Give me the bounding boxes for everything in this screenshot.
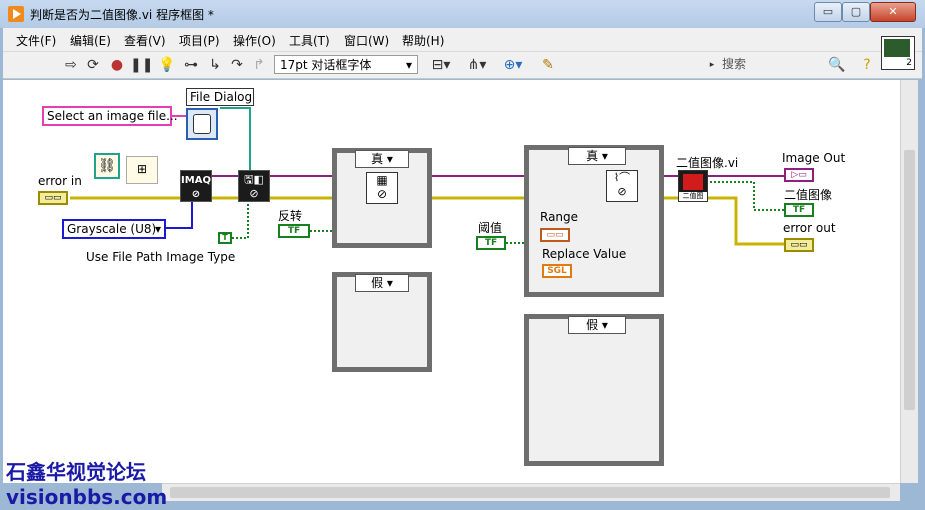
error-out-indicator[interactable]: ▭▭	[784, 238, 814, 252]
binary-image-indicator[interactable]: TF	[784, 203, 814, 217]
dialog-icon	[193, 114, 211, 134]
chevron-down-icon: ▾	[154, 222, 161, 236]
subvi-icon-caption: 二值图	[679, 192, 707, 201]
imaq-text: IMAQ	[181, 175, 211, 186]
threshold-bool-control[interactable]: TF	[476, 236, 506, 250]
error-in-terminal[interactable]: ▭▭	[38, 191, 68, 205]
case-structure-threshold-false[interactable]	[524, 314, 664, 466]
file-info-icon[interactable]: ⊞	[126, 156, 158, 184]
path-link-icon[interactable]: ⛓	[94, 153, 120, 179]
binary-image-label: 二值图像	[784, 188, 833, 202]
range-label: Range	[540, 210, 579, 224]
error-out-label: error out	[783, 221, 836, 235]
image-out-label: Image Out	[782, 151, 846, 165]
file-dialog-express-vi[interactable]	[186, 108, 218, 140]
use-file-path-label: Use File Path Image Type	[86, 250, 236, 264]
image-out-indicator[interactable]: ▷▭	[784, 168, 814, 182]
imaq-create-node[interactable]: IMAQ ⊘	[180, 170, 212, 202]
enum-wire	[166, 198, 193, 229]
range-control[interactable]: ▭▭	[540, 228, 570, 242]
path-wire	[220, 107, 251, 170]
prompt-string-constant[interactable]: Select an image file...	[42, 106, 178, 126]
invert-label: 反转	[278, 209, 303, 223]
case-selector-threshold-false[interactable]: 假 ▾	[568, 316, 626, 334]
watermark-line1: 石鑫华视觉论坛	[6, 460, 146, 484]
image-type-enum[interactable]: Grayscale (U8) ▾	[62, 219, 166, 239]
true-constant[interactable]: T	[218, 232, 232, 244]
invert-bool-control[interactable]: TF	[278, 224, 310, 238]
file-dialog-label: File Dialog	[186, 88, 254, 106]
watermark-line2: visionbbs.com	[6, 485, 168, 509]
subvi-icon-graphic	[683, 174, 703, 190]
binary-image-subvi[interactable]: 二值图	[678, 170, 708, 202]
threshold-label: 阈值	[478, 221, 503, 235]
case-selector-invert-false[interactable]: 假 ▾	[355, 274, 409, 292]
error-in-label: error in	[38, 174, 82, 188]
replace-value-label: Replace Value	[542, 247, 627, 261]
imaq-inverse-node[interactable]: ▦ ⊘	[366, 172, 398, 204]
replace-value-control[interactable]: SGL	[542, 264, 572, 278]
case-selector-invert-true[interactable]: 真 ▾	[355, 150, 409, 168]
binary-image-subvi-label: 二值图像.vi	[676, 156, 739, 170]
imaq-read-file-node[interactable]: 🖫◧ ⊘	[238, 170, 270, 202]
case-selector-threshold-true[interactable]: 真 ▾	[568, 147, 626, 165]
imaq-threshold-node[interactable]: ⌇⌒ ⊘	[606, 170, 638, 202]
